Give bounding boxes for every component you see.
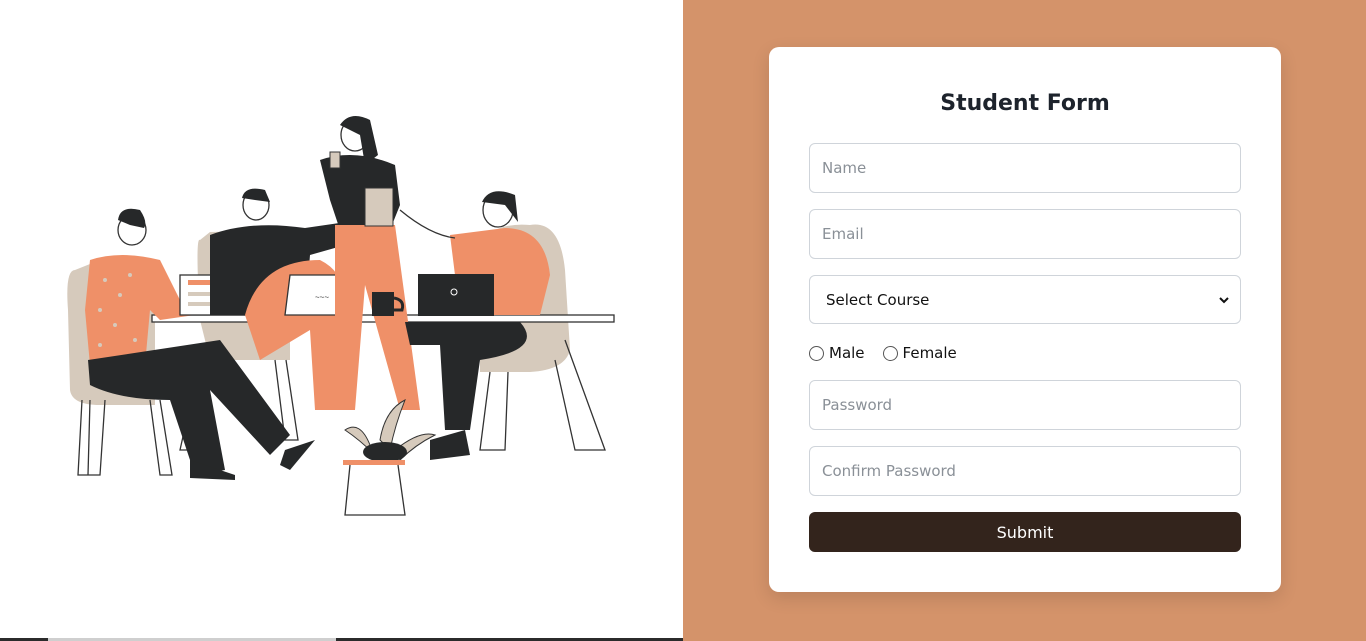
confirm-password-input[interactable] [809,446,1241,496]
student-form-card: Student Form Select Course Male Female S… [769,47,1281,592]
team-meeting-illustration: ~~~ [67,116,615,516]
illustration-pane: ~~~ [0,0,683,641]
gender-radio-male[interactable]: Male [809,344,865,362]
submit-button[interactable]: Submit [809,512,1241,552]
course-select[interactable]: Select Course [809,275,1241,324]
password-input[interactable] [809,380,1241,430]
gender-radio-group: Male Female [809,342,967,364]
svg-text:~~~: ~~~ [315,293,329,302]
gender-label-male: Male [829,344,865,362]
course-select-value: Select Course [826,290,930,309]
email-input[interactable] [809,209,1241,259]
gender-radio-female[interactable]: Female [882,344,957,362]
name-input[interactable] [809,143,1241,193]
form-title: Student Form [940,91,1110,116]
gender-label-female: Female [902,344,957,362]
form-pane: Student Form Select Course Male Female S… [683,0,1366,641]
chevron-down-icon [1219,296,1229,303]
radio-circle[interactable] [882,345,898,361]
radio-circle[interactable] [809,345,824,361]
